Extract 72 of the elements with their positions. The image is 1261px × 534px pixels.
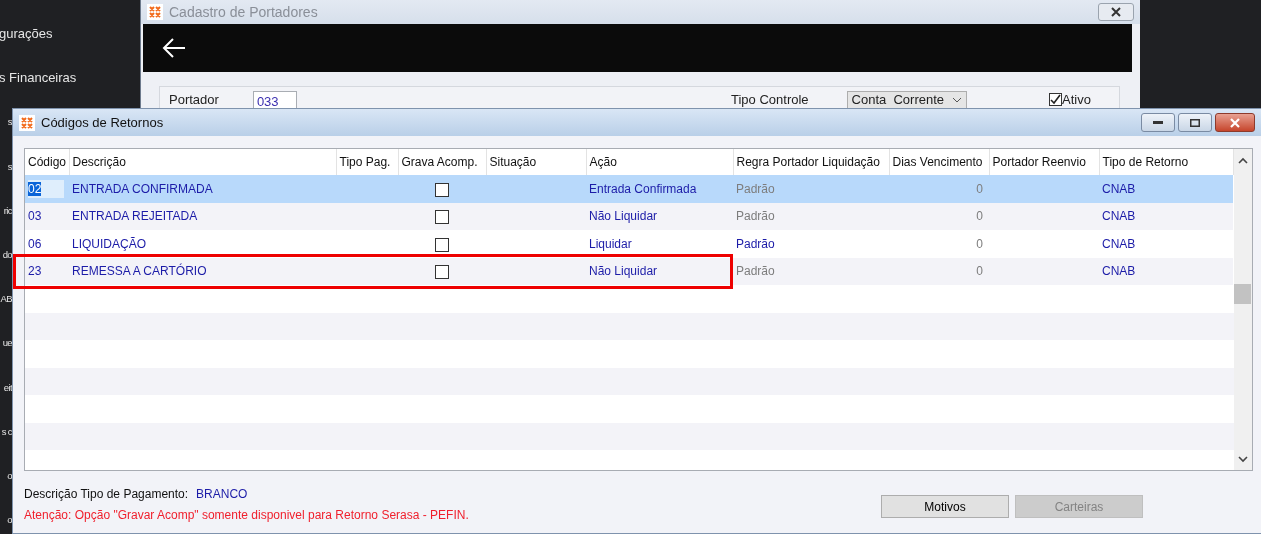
table-cell: Não Liquidar — [589, 264, 658, 279]
table-cell: REMESSA A CARTÓRIO — [72, 264, 207, 279]
input-field[interactable]: 033 — [252, 90, 297, 109]
table-cell: 0 — [976, 181, 983, 196]
close-button[interactable] — [1215, 113, 1255, 132]
cell-editor[interactable]: 02 — [28, 181, 42, 196]
checkbox[interactable] — [1049, 93, 1062, 107]
sidebar-item[interactable]: eit — [3, 379, 12, 396]
app-logo-icon — [147, 4, 163, 20]
window-title: Cadastro de Portadores — [169, 2, 318, 22]
maximize-icon — [1190, 118, 1200, 127]
checkbox-label: Ativo — [1062, 91, 1091, 109]
field-label: Descrição Tipo de Pagamento: — [24, 487, 189, 501]
table-cell: Padrão — [736, 181, 775, 196]
table-cell: ENTRADA REJEITADA — [72, 209, 198, 224]
sidebar-item[interactable]: s — [7, 114, 12, 131]
dropdown[interactable]: Conta Corrente — [846, 90, 967, 109]
maximize-button[interactable] — [1178, 113, 1212, 132]
sidebar-item[interactable]: o — [7, 512, 12, 529]
table-cell: Entrada Confirmada — [589, 181, 697, 196]
field-value: BRANCO — [196, 487, 248, 501]
table-cell: LIQUIDAÇÃO — [72, 236, 146, 251]
checkbox[interactable] — [435, 210, 449, 225]
checkbox[interactable] — [435, 237, 449, 252]
field-label: Tipo Controle — [731, 91, 809, 109]
chevron-down-icon[interactable] — [1236, 454, 1249, 464]
table-cell: 0 — [976, 264, 983, 279]
sidebar-item[interactable]: s Financeiras — [0, 70, 77, 87]
table-cell: Padrão — [736, 209, 775, 224]
table-cell: CNAB — [1102, 236, 1136, 251]
table-row[interactable]: 02 ENTRADA CONFIRMADA Entrada Confirmada Padrão 0 CNAB — [25, 175, 1233, 203]
sidebar-item[interactable]: s — [7, 158, 12, 175]
table-cell: Padrão — [736, 236, 775, 251]
close-icon — [1109, 7, 1123, 17]
checkbox[interactable] — [435, 182, 449, 197]
chevron-down-icon — [951, 96, 962, 103]
table-cell: 06 — [28, 236, 42, 251]
sidebar-item[interactable]: s c — [1, 423, 12, 440]
minimize-button[interactable] — [1141, 113, 1175, 132]
table-cell: Não Liquidar — [589, 209, 658, 224]
table-cell: 23 — [28, 264, 42, 279]
table-cell: 0 — [976, 236, 983, 251]
table-cell: CNAB — [1102, 181, 1136, 196]
sidebar-item[interactable]: o — [7, 468, 12, 484]
minimize-icon — [1153, 121, 1163, 124]
table-row[interactable]: 06 LIQUIDAÇÃO Liquidar Padrão 0 CNAB — [25, 230, 1233, 258]
table-cell: Liquidar — [589, 236, 632, 251]
sidebar-item[interactable]: do — [2, 247, 12, 263]
table-cell: 03 — [28, 209, 42, 224]
table-row[interactable]: 23 REMESSA A CARTÓRIO Não Liquidar Padrão 0 CNAB — [25, 257, 1233, 285]
table-cell: 0 — [976, 209, 983, 224]
scrollbar[interactable] — [1233, 149, 1252, 470]
table-cell: ENTRADA CONFIRMADA — [72, 181, 213, 196]
table-row[interactable]: 03 ENTRADA REJEITADA Não Liquidar Padrão 0 CNAB — [25, 202, 1233, 230]
window-title: Códigos de Retornos — [41, 113, 164, 132]
dialog-button[interactable]: Motivos — [881, 495, 1009, 518]
scrollbar-thumb[interactable] — [1234, 284, 1252, 304]
close-button[interactable] — [1098, 3, 1134, 21]
app-logo-icon — [19, 114, 35, 131]
chevron-up-icon[interactable] — [1236, 156, 1249, 166]
sidebar-item[interactable]: ric — [3, 202, 12, 219]
checkbox[interactable] — [435, 265, 449, 280]
table-cell: CNAB — [1102, 209, 1136, 224]
sidebar-item[interactable]: ue — [2, 335, 12, 352]
warning-message: Atenção: Opção "Gravar Acomp" somente disponivel para Retorno Serasa - PEFIN. — [24, 507, 469, 524]
field-label: Portador — [169, 91, 219, 109]
close-icon — [1230, 117, 1240, 128]
sidebar-item[interactable]: AB — [0, 291, 12, 308]
table-cell: Padrão — [736, 264, 775, 279]
sidebar-item[interactable]: gurações — [0, 26, 53, 42]
back-arrow-icon[interactable] — [161, 37, 187, 59]
table-cell: CNAB — [1102, 264, 1136, 279]
